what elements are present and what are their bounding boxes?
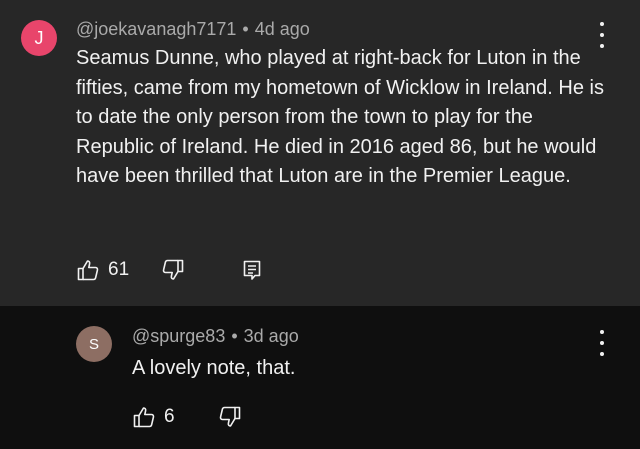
reply-icon xyxy=(243,260,261,280)
thumb-up-icon xyxy=(77,260,99,281)
comment-text: Seamus Dunne, who played at right-back f… xyxy=(76,47,604,187)
thumb-down-icon xyxy=(219,406,241,427)
timestamp[interactable]: 4d ago xyxy=(255,19,310,39)
like-count: 61 xyxy=(108,259,130,280)
comment-meta: @joekavanagh7171 • 4d ago xyxy=(76,19,310,40)
like-button[interactable]: 61 xyxy=(76,258,129,282)
thumb-down-icon xyxy=(162,259,184,280)
like-count: 6 xyxy=(164,406,175,427)
meta-separator: • xyxy=(242,19,249,39)
author-handle[interactable]: @spurge83 xyxy=(132,326,225,346)
comment-text: A lovely note, that. xyxy=(132,357,296,379)
comment-meta: @spurge83 • 3d ago xyxy=(132,326,299,347)
thumb-up-icon xyxy=(133,407,155,428)
more-vert-icon[interactable] xyxy=(592,22,612,48)
like-button[interactable]: 6 xyxy=(132,405,175,429)
meta-separator: • xyxy=(231,326,238,346)
avatar[interactable]: S xyxy=(76,326,112,362)
comment-thread: J @joekavanagh7171 • 4d ago Seamus Dunne, … xyxy=(0,0,640,306)
dislike-button[interactable] xyxy=(161,258,185,282)
author-handle[interactable]: @joekavanagh7171 xyxy=(76,19,236,39)
timestamp[interactable]: 3d ago xyxy=(244,326,299,346)
avatar[interactable]: J xyxy=(21,20,57,56)
dislike-button[interactable] xyxy=(218,405,242,429)
reply-button[interactable] xyxy=(240,258,264,282)
more-vert-icon[interactable] xyxy=(592,330,612,356)
